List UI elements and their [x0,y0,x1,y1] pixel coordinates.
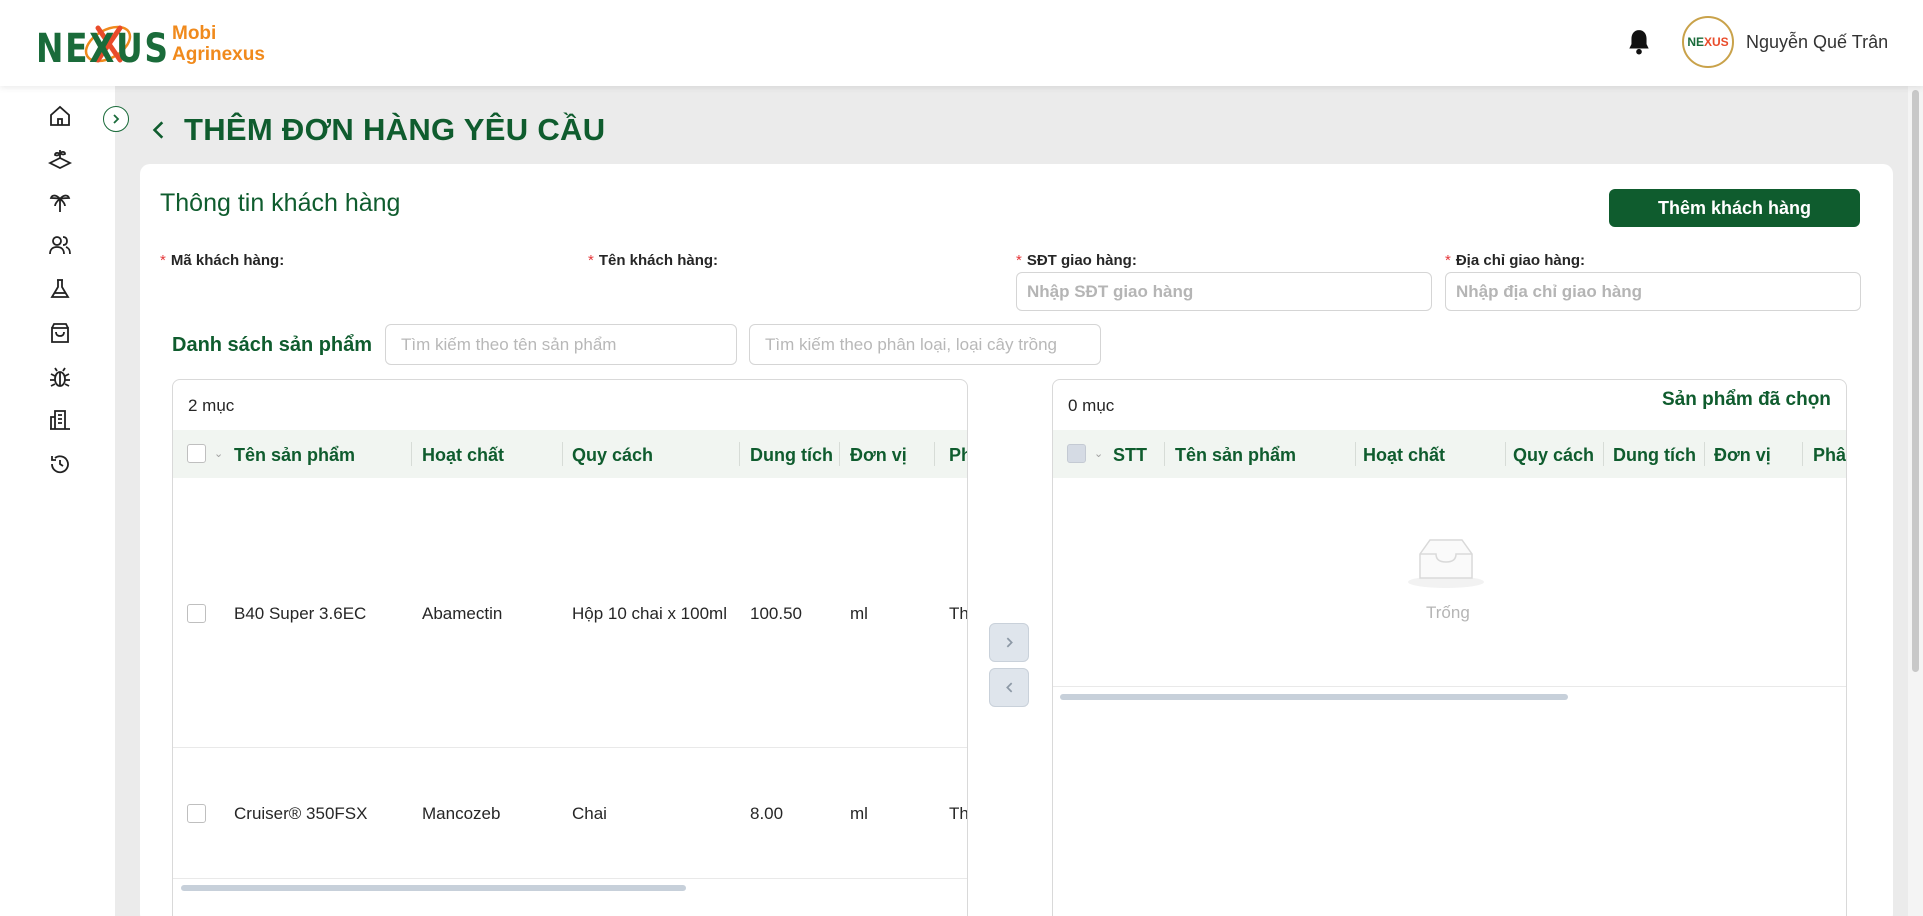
extra-cell: Th [949,804,968,823]
col-index[interactable]: STT [1113,445,1147,466]
volume-cell: 100.50 [750,604,802,623]
bug-icon[interactable] [46,363,74,391]
page-scrollbar-thumb[interactable] [1912,90,1919,672]
product-name-cell: B40 Super 3.6EC [234,604,367,623]
phone-field[interactable]: Nhập SĐT giao hàng [1016,272,1432,311]
shopping-bag-icon[interactable] [46,319,74,347]
product-count: 2 mục [188,396,235,415]
col-unit[interactable]: Đơn vị [850,445,907,466]
page-header: THÊM ĐƠN HÀNG YÊU CẦU [148,112,605,148]
col-ingredient[interactable]: Hoạt chất [422,445,504,466]
move-left-button[interactable] [989,668,1029,707]
col-extra[interactable]: Ph [949,445,967,466]
col-spec[interactable]: Quy cách [1513,445,1594,466]
select-all-checkbox[interactable] [187,444,206,463]
selected-products-title: Sản phẩm đã chọn [1662,389,1831,410]
add-customer-button[interactable]: Thêm khách hàng [1609,189,1860,227]
product-name-cell: Cruiser® 350FSX [234,804,368,823]
row-checkbox[interactable] [187,804,206,823]
page-title: THÊM ĐƠN HÀNG YÊU CẦU [184,112,606,147]
empty-state-text: Trống [1426,603,1470,622]
selected-table-header: ⌄ STT Tên sản phẩm Hoạt chất Quy cách Du… [1053,430,1846,478]
logo-wordmark: NEXUS [36,26,170,72]
avatar[interactable]: NEXUS [1682,16,1734,68]
selected-products-table: 0 mục ⌄ STT Tên sản phẩm Hoạt chất Quy c… [1052,379,1847,916]
address-label: * Địa chỉ giao hàng: [1445,252,1586,269]
user-name[interactable]: Nguyễn Quế Trân [1746,32,1888,53]
top-header: NEXUS Mobi Agrinexus NEXUS Nguyễn Quế Tr… [0,0,1923,86]
row-checkbox[interactable] [187,604,206,623]
plant-icon[interactable] [46,188,74,216]
product-list-title: Danh sách sản phẩm [172,334,373,356]
history-icon[interactable] [46,450,74,478]
col-extra[interactable]: Phân [1813,445,1846,466]
farm-icon[interactable] [46,145,74,173]
sidebar [0,86,115,916]
nexus-logo-mark: NEXUS [36,16,168,72]
chevron-down-icon[interactable]: ⌄ [1094,447,1103,460]
col-volume[interactable]: Dung tích [1613,445,1696,466]
col-unit[interactable]: Đơn vị [1714,445,1771,466]
col-ingredient[interactable]: Hoạt chất [1363,445,1445,466]
extra-cell: Th [949,604,968,623]
horizontal-scrollbar[interactable] [1060,694,1568,700]
building-icon[interactable] [46,406,74,434]
chevron-right-icon [1006,637,1013,648]
selected-count: 0 mục [1068,396,1115,415]
spec-cell: Chai [572,804,607,823]
bell-icon[interactable] [1626,28,1652,56]
search-product-type-input[interactable]: Tìm kiếm theo phân loại, loại cây trồng [749,324,1101,365]
phone-label: * SĐT giao hàng: [1016,252,1137,269]
customer-name-label: * Tên khách hàng: [588,252,719,269]
chevron-left-icon [1005,682,1012,693]
unit-cell: ml [850,604,868,623]
move-right-button[interactable] [989,623,1029,662]
select-all-checkbox[interactable] [1067,444,1086,463]
app-logo[interactable]: NEXUS Mobi Agrinexus [36,16,265,72]
col-product-name[interactable]: Tên sản phẩm [1175,445,1296,466]
product-table: 2 mục ⌄ Tên sản phẩm Hoạt chất Quy cách … [172,379,968,916]
back-arrow-icon[interactable] [148,119,170,141]
horizontal-scrollbar[interactable] [181,885,686,891]
flask-icon[interactable] [46,275,74,303]
empty-inbox-icon [1408,539,1484,588]
home-icon[interactable] [46,102,74,130]
address-field[interactable]: Nhập địa chỉ giao hàng [1445,272,1861,311]
col-product-name[interactable]: Tên sản phẩm [234,445,355,466]
unit-cell: ml [850,804,868,823]
ingredient-cell: Mancozeb [422,804,501,823]
chevron-down-icon[interactable]: ⌄ [214,447,223,460]
search-product-name-input[interactable]: Tìm kiếm theo tên sản phẩm [385,324,737,365]
chevron-right-icon [113,114,120,124]
customer-section-title: Thông tin khách hàng [160,189,401,217]
brand-name: Mobi Agrinexus [172,23,265,65]
ingredient-cell: Abamectin [422,604,503,623]
users-icon[interactable] [46,231,74,259]
col-spec[interactable]: Quy cách [572,445,653,466]
volume-cell: 8.00 [750,804,784,823]
col-volume[interactable]: Dung tích [750,445,833,466]
spec-cell: Hộp 10 chai x 100ml [572,604,727,623]
sidebar-toggle-button[interactable] [103,106,129,132]
customer-code-label: * Mã khách hàng: [160,252,285,269]
product-table-header: ⌄ Tên sản phẩm Hoạt chất Quy cách Dung t… [173,430,967,478]
